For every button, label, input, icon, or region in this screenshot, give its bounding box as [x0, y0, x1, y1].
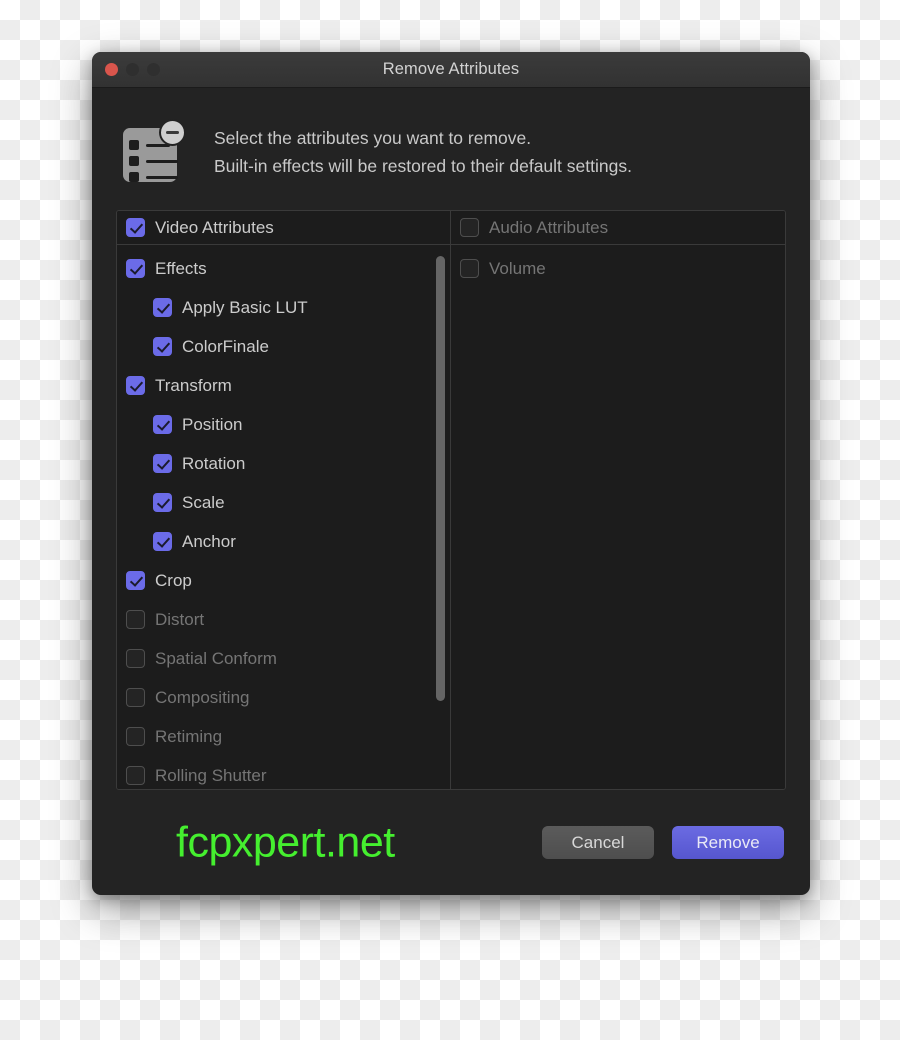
- video-list-scrollbar[interactable]: [435, 248, 446, 786]
- list-item[interactable]: Distort: [117, 600, 450, 639]
- watermark-text: fcpxpert.net: [176, 818, 395, 866]
- checkbox-compositing[interactable]: [126, 688, 145, 707]
- dialog-instructions: Select the attributes you want to remove…: [214, 114, 632, 180]
- list-item-label: Position: [182, 414, 243, 434]
- checkbox-position[interactable]: [153, 415, 172, 434]
- checkbox-crop[interactable]: [126, 571, 145, 590]
- checkbox-scale[interactable]: [153, 493, 172, 512]
- audio-attributes-header-row[interactable]: Audio Attributes: [451, 211, 785, 244]
- list-item-label: Compositing: [155, 687, 250, 707]
- icon-bullet: [129, 156, 139, 166]
- icon-list-row-2: [129, 156, 178, 166]
- instruction-line-1: Select the attributes you want to remove…: [214, 128, 532, 148]
- list-item-label: Crop: [155, 570, 192, 590]
- list-item[interactable]: Compositing: [117, 678, 450, 717]
- checkbox-rotation[interactable]: [153, 454, 172, 473]
- list-item[interactable]: Rotation: [117, 444, 450, 483]
- checkbox-spatial-conform[interactable]: [126, 649, 145, 668]
- list-item-label: Scale: [182, 492, 225, 512]
- list-item-label: Volume: [489, 258, 546, 278]
- list-item-label: Retiming: [155, 726, 223, 746]
- list-item-label: Distort: [155, 609, 205, 629]
- dialog-header: Select the attributes you want to remove…: [92, 88, 810, 202]
- list-item-label: Spatial Conform: [155, 648, 277, 668]
- scrollbar-thumb[interactable]: [436, 256, 445, 701]
- icon-line: [146, 159, 178, 163]
- list-item[interactable]: Position: [117, 405, 450, 444]
- close-button-icon[interactable]: [105, 63, 118, 76]
- minus-glyph: [166, 131, 179, 134]
- list-item[interactable]: Anchor: [117, 522, 450, 561]
- list-item[interactable]: Spatial Conform: [117, 639, 450, 678]
- icon-bullet: [129, 140, 139, 150]
- checkbox-apply-basic-lut[interactable]: [153, 298, 172, 317]
- attributes-panel-header: Video Attributes Audio Attributes: [117, 211, 785, 245]
- checkbox-distort[interactable]: [126, 610, 145, 629]
- video-attributes-checkbox[interactable]: [126, 218, 145, 237]
- list-item-label: Transform: [155, 375, 232, 395]
- traffic-light-group: [105, 63, 160, 76]
- checkbox-colorfinale[interactable]: [153, 337, 172, 356]
- attributes-panel-body: Effects Apply Basic LUT ColorFinale Tran…: [117, 245, 785, 789]
- list-item-label: Rotation: [182, 453, 246, 473]
- list-item[interactable]: Volume: [451, 249, 785, 288]
- video-attributes-label: Video Attributes: [155, 217, 274, 237]
- checkbox-effects[interactable]: [126, 259, 145, 278]
- list-item[interactable]: ColorFinale: [117, 327, 450, 366]
- checkbox-transform[interactable]: [126, 376, 145, 395]
- minimize-button-icon[interactable]: [126, 63, 139, 76]
- list-item-label: Effects: [155, 258, 207, 278]
- checkbox-retiming[interactable]: [126, 727, 145, 746]
- video-attributes-header-row[interactable]: Video Attributes: [117, 211, 451, 244]
- list-item[interactable]: Transform: [117, 366, 450, 405]
- cancel-button[interactable]: Cancel: [542, 826, 654, 859]
- remove-button[interactable]: Remove: [672, 826, 784, 859]
- list-item-label: Anchor: [182, 531, 236, 551]
- dialog-footer: fcpxpert.net Cancel Remove: [92, 790, 810, 895]
- audio-attributes-label: Audio Attributes: [489, 217, 609, 237]
- maximize-button-icon[interactable]: [147, 63, 160, 76]
- audio-attributes-list: Volume: [451, 245, 785, 789]
- remove-attributes-icon: [119, 118, 186, 184]
- list-item[interactable]: Retiming: [117, 717, 450, 756]
- icon-line: [146, 175, 178, 179]
- checkbox-anchor[interactable]: [153, 532, 172, 551]
- list-item[interactable]: Apply Basic LUT: [117, 288, 450, 327]
- attributes-panel: Video Attributes Audio Attributes Effect…: [116, 210, 786, 790]
- window-title: Remove Attributes: [382, 60, 520, 78]
- icon-list-row-3: [129, 172, 178, 182]
- list-item-label: Rolling Shutter: [155, 765, 267, 785]
- audio-attributes-checkbox[interactable]: [460, 218, 479, 237]
- checkbox-volume[interactable]: [460, 259, 479, 278]
- list-item[interactable]: Effects: [117, 249, 450, 288]
- list-item-label: Apply Basic LUT: [182, 297, 308, 317]
- video-attributes-list: Effects Apply Basic LUT ColorFinale Tran…: [117, 245, 451, 789]
- instruction-line-2: Built-in effects will be restored to the…: [214, 156, 632, 176]
- checkbox-rolling-shutter[interactable]: [126, 766, 145, 785]
- list-item[interactable]: Scale: [117, 483, 450, 522]
- list-item[interactable]: Crop: [117, 561, 450, 600]
- remove-attributes-dialog: Remove Attributes Select the attributes …: [92, 52, 810, 895]
- list-item-label: ColorFinale: [182, 336, 269, 356]
- icon-bullet: [129, 172, 139, 182]
- minus-badge-icon: [159, 119, 186, 146]
- list-item[interactable]: Rolling Shutter: [117, 756, 450, 789]
- window-titlebar[interactable]: Remove Attributes: [92, 52, 810, 88]
